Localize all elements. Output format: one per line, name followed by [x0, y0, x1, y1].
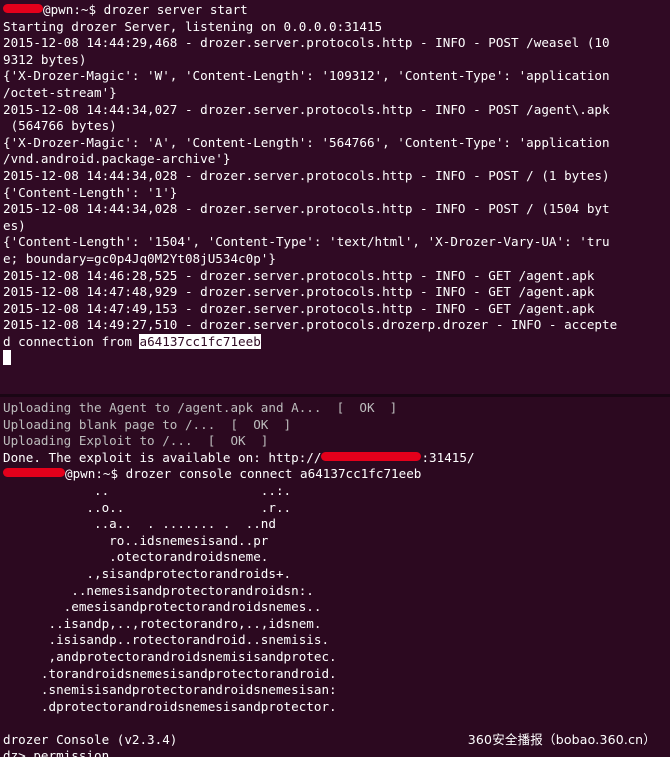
console-terminal[interactable]: Uploading the Agent to /agent.apk and A.…: [0, 397, 670, 757]
drozer-ascii-logo: .. ..:. ..o.. .r.. ..a.. . ....... . ..n…: [0, 483, 670, 715]
redacted-ip: [321, 451, 422, 461]
ascii-art-line: .emesisandprotectorandroidsnemes..: [3, 599, 322, 615]
server-log-line: Starting drozer Server, listening on 0.0…: [3, 18, 383, 34]
ascii-art-line: ,andprotectorandroidsnemisisandprotec.: [3, 648, 337, 664]
redacted-username: [3, 4, 43, 13]
server-log-line: {'Content-Length': '1504', 'Content-Type…: [3, 234, 610, 250]
connection-id-selection[interactable]: a64137cc1fc71eeb: [139, 333, 261, 349]
server-log-line: (564766 bytes): [3, 118, 117, 134]
ascii-art-line: ..nemesisandprotectorandroidsn:.: [3, 582, 314, 598]
ascii-art-line: .torandroidsnemesisandprotectorandroid.: [3, 665, 337, 681]
server-output: Starting drozer Server, listening on 0.0…: [0, 19, 670, 334]
server-start-command: drozer server start: [103, 2, 248, 17]
server-terminal[interactable]: @pwn:~$ drozer server start Starting dro…: [0, 0, 670, 394]
server-log-line: /vnd.android.package-archive'}: [3, 151, 231, 167]
dz-prompt: dz> permission: [3, 748, 110, 757]
server-log-line: 2015-12-08 14:49:27,510 - drozer.server.…: [3, 317, 618, 333]
console-connect-command: drozer console connect a64137cc1fc71eeb: [125, 466, 422, 482]
connection-line: d connection from a64137cc1fc71eeb: [3, 333, 261, 349]
redacted-username: [3, 468, 65, 478]
server-log-line: e; boundary=gc0p4Jq0M2Yt08jU534c0p'}: [3, 250, 276, 266]
ascii-art-line: .isisandp..rotectorandroid..snemisis.: [3, 632, 330, 648]
server-log-line: 2015-12-08 14:44:34,028 - drozer.server.…: [3, 201, 610, 217]
ascii-art-line: ..isandp,..,rotectorandro,..,idsnem.: [3, 615, 322, 631]
upload-output: Uploading the Agent to /agent.apk and A.…: [0, 400, 670, 450]
server-log-line: {'Content-Length': '1'}: [3, 184, 178, 200]
server-log-line: {'X-Drozer-Magic': 'W', 'Content-Length'…: [3, 68, 610, 84]
server-log-line: 9312 bytes): [3, 51, 87, 67]
server-log-line: 2015-12-08 14:47:48,929 - drozer.server.…: [3, 284, 595, 300]
server-log-line: es): [3, 217, 26, 233]
server-log-line: 2015-12-08 14:47:49,153 - drozer.server.…: [3, 300, 595, 316]
exploit-url-line: Done. The exploit is available on: http:…: [3, 449, 475, 465]
upload-status-line: Uploading blank page to /... [ OK ]: [3, 416, 292, 432]
ascii-art-line: ..a.. . ....... . ..nd: [3, 516, 276, 532]
ascii-art-line: .snemisisandprotectorandroidsnemesisan:: [3, 682, 337, 698]
server-log-line: 2015-12-08 14:46:28,525 - drozer.server.…: [3, 267, 595, 283]
terminal-cursor: [3, 350, 11, 366]
prompt-line: @pwn:~$ drozer server start: [0, 2, 670, 19]
server-log-line: {'X-Drozer-Magic': 'A', 'Content-Length'…: [3, 134, 610, 150]
ascii-art-line: .dprotectorandroidsnemesisandprotector.: [3, 698, 337, 714]
server-log-line: 2015-12-08 14:44:29,468 - drozer.server.…: [3, 35, 610, 51]
upload-status-line: Uploading the Agent to /agent.apk and A.…: [3, 400, 398, 415]
ascii-art-line: .,sisandprotectorandroids+.: [3, 565, 292, 581]
cursor-line: [0, 350, 670, 367]
upload-status-line: Uploading Exploit to /... [ OK ]: [3, 433, 269, 449]
ascii-art-line: ..o.. .r..: [3, 499, 292, 515]
server-log-line: /octet-stream'}: [3, 84, 117, 100]
watermark-text: 360安全播报（bobao.360.cn）: [467, 732, 656, 747]
console-prompt-line: @pwn:~$ drozer console connect a64137cc1…: [0, 466, 670, 483]
server-log-line: 2015-12-08 14:44:34,027 - drozer.server.…: [3, 101, 610, 117]
server-log-line: 2015-12-08 14:44:34,028 - drozer.server.…: [3, 167, 610, 183]
ascii-art-line: ro..idsnemesisand..pr: [3, 532, 269, 548]
ascii-art-line: .otectorandroidsneme.: [3, 549, 269, 565]
ascii-art-line: .. ..:.: [3, 482, 292, 498]
